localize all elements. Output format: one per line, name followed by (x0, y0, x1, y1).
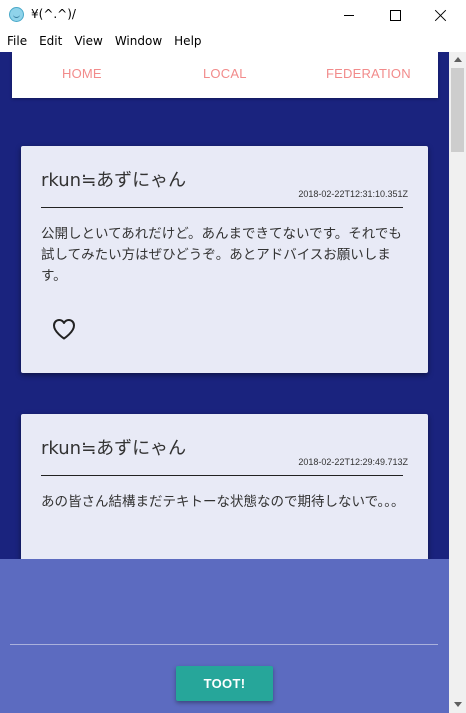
app-logo-icon (9, 7, 24, 22)
scroll-thumb[interactable] (451, 68, 464, 152)
minimize-button[interactable] (326, 0, 372, 31)
window-title: ¥(^.^)/ (31, 7, 76, 21)
heart-icon[interactable] (52, 318, 76, 340)
minimize-icon (344, 15, 354, 16)
post-timestamp: 2018-02-22T12:29:49.713Z (298, 457, 408, 467)
nav-local-link[interactable]: LOCAL (203, 66, 247, 81)
scroll-down-arrow-icon[interactable] (454, 702, 462, 707)
nav-home-link[interactable]: HOME (62, 66, 102, 81)
scroll-up-arrow-icon[interactable] (454, 57, 462, 62)
timeline-area: HOME LOCAL FEDERATION rkun≒あずにゃん 2018-02… (0, 52, 449, 713)
close-icon (435, 9, 447, 21)
post-divider (41, 475, 403, 476)
vertical-scrollbar[interactable] (449, 52, 466, 713)
maximize-icon (390, 10, 401, 21)
menu-edit[interactable]: Edit (33, 31, 68, 52)
compose-input-underline[interactable] (10, 644, 438, 645)
menu-bar: File Edit View Window Help (0, 31, 466, 52)
menu-view[interactable]: View (68, 31, 108, 52)
close-button[interactable] (418, 0, 464, 31)
timeline-nav: HOME LOCAL FEDERATION (12, 52, 438, 98)
post-author: rkun≒あずにゃん (41, 170, 187, 191)
post-body: あの皆さん結構まだテキトーな状態なので期待しないで。。。 (41, 494, 405, 510)
maximize-button[interactable] (372, 0, 418, 31)
nav-federation-link[interactable]: FEDERATION (326, 66, 411, 81)
toot-button[interactable]: TOOT! (176, 666, 273, 701)
menu-window[interactable]: Window (109, 31, 168, 52)
title-bar[interactable]: ¥(^.^)/ (0, 0, 466, 31)
menu-help[interactable]: Help (168, 31, 207, 52)
app-window: ¥(^.^)/ File Edit View Window Help HOME … (0, 0, 466, 713)
post-divider (41, 207, 403, 208)
menu-file[interactable]: File (0, 31, 33, 52)
post-author: rkun≒あずにゃん (41, 438, 187, 459)
post-timestamp: 2018-02-22T12:31:10.351Z (298, 189, 408, 199)
post-body: 公開しといてあれだけど。あんまできてないです。それでも試してみたい方はぜひどうぞ… (41, 226, 402, 284)
post-card: rkun≒あずにゃん 2018-02-22T12:31:10.351Z 公開しと… (21, 146, 428, 373)
compose-panel: TOOT! (0, 559, 449, 713)
